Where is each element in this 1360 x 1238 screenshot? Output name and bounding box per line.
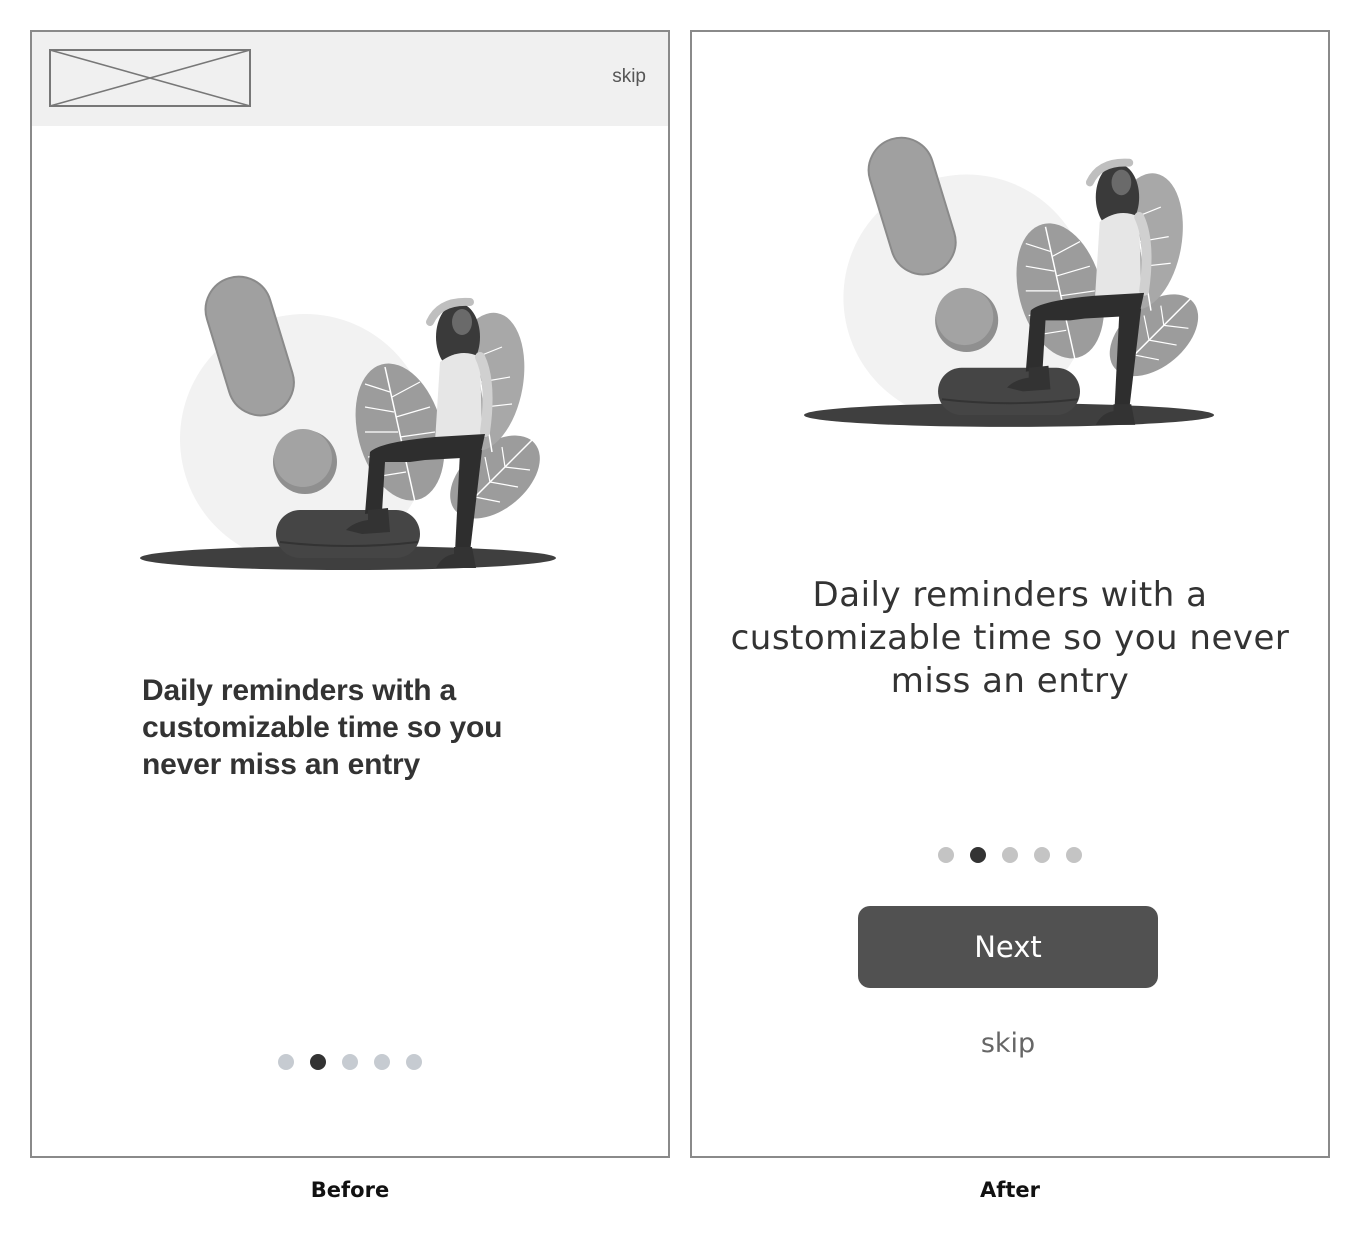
- page-dot-active[interactable]: [310, 1054, 326, 1070]
- logo-placeholder-icon: [49, 49, 251, 107]
- page-dot[interactable]: [1002, 847, 1018, 863]
- page-indicator: [938, 847, 1082, 863]
- after-screen: Daily reminders with a customizable time…: [690, 30, 1330, 1158]
- next-button[interactable]: Next: [858, 906, 1158, 988]
- page-dot[interactable]: [938, 847, 954, 863]
- onboarding-headline: Daily reminders with a customizable time…: [142, 674, 503, 781]
- onboarding-illustration: [804, 130, 1218, 432]
- page-indicator: [278, 1054, 422, 1070]
- page-dot[interactable]: [342, 1054, 358, 1070]
- page-dot[interactable]: [1066, 847, 1082, 863]
- caption-before: Before: [310, 1178, 390, 1202]
- skip-link[interactable]: skip: [612, 66, 646, 88]
- caption-after: After: [979, 1178, 1041, 1202]
- page-dot[interactable]: [1034, 847, 1050, 863]
- skip-link[interactable]: skip: [858, 1028, 1158, 1059]
- page-dot-active[interactable]: [970, 847, 986, 863]
- onboarding-headline: Daily reminders with a customizable time…: [730, 575, 1290, 701]
- before-screen: skip Daily reminders with a customizable…: [30, 30, 670, 1158]
- page-dot[interactable]: [278, 1054, 294, 1070]
- page-dot[interactable]: [374, 1054, 390, 1070]
- onboarding-illustration: [140, 272, 560, 572]
- page-dot[interactable]: [406, 1054, 422, 1070]
- top-bar: skip: [32, 32, 668, 126]
